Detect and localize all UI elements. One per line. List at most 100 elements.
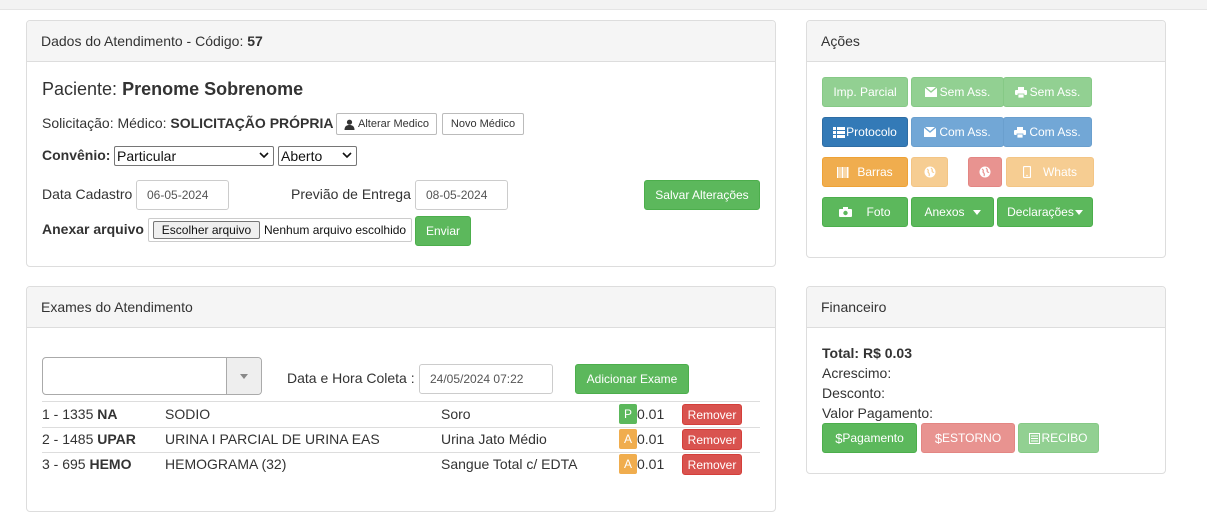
estorno-button[interactable]: $ ESTORNO [921, 423, 1015, 453]
salvar-label: Salvar Alterações [655, 188, 749, 202]
caret-down-icon [240, 373, 248, 379]
atendimento-panel: Dados do Atendimento - Código: 57 Pacien… [26, 20, 776, 267]
globe-red-button[interactable] [968, 157, 1002, 187]
solicitacao-line: Solicitação: Médico: SOLICITAÇÃO PRÓPRIA [42, 115, 333, 131]
alterar-medico-button[interactable]: Alterar Medico [336, 113, 437, 135]
convenio-select[interactable]: Particular [114, 146, 274, 166]
coleta-input[interactable]: 24/05/2024 07:22 [419, 364, 553, 394]
whats-button[interactable]: Whats [1006, 157, 1094, 187]
recibo-button[interactable]: RECIBO [1018, 423, 1099, 453]
table-row: 2 - 1485 UPAR URINA I PARCIAL DE URINA E… [27, 427, 777, 452]
sem-ass-print-button[interactable]: Sem Ass. [1003, 77, 1092, 107]
adicionar-label: Adicionar Exame [586, 372, 678, 386]
medico-name: SOLICITAÇÃO PRÓPRIA [170, 115, 334, 131]
remover-label: Remover [687, 457, 737, 472]
exame-material: Urina Jato Médio [441, 431, 547, 447]
caret-down-icon [972, 209, 981, 215]
file-input[interactable]: Escolher arquivo Nenhum arquivo escolhid… [148, 218, 412, 242]
imp-parcial-label: Imp. Parcial [833, 85, 897, 99]
status-badge: A [619, 429, 637, 449]
enviar-label: Enviar [425, 224, 460, 238]
envelope-icon [924, 127, 937, 137]
exame-num-value: 3 - 695 [42, 456, 86, 472]
exame-num: 2 - 1485 UPAR [42, 431, 136, 447]
coleta-value: 24/05/2024 07:22 [430, 372, 524, 386]
sem-ass-email-button[interactable]: Sem Ass. [911, 77, 1004, 107]
protocolo-label: Protocolo [846, 125, 897, 139]
acoes-panel: Ações Imp. Parcial Sem Ass. Sem Ass. Pro… [806, 20, 1166, 258]
exame-num-value: 1 - 1335 [42, 406, 94, 422]
chevron-down-icon [259, 150, 269, 160]
paciente-label: Paciente: [42, 79, 118, 99]
exame-num: 3 - 695 HEMO [42, 456, 131, 472]
envelope-icon [924, 87, 937, 97]
whats-label: Whats [1042, 165, 1077, 179]
previsao-input[interactable]: 08-05-2024 [415, 180, 508, 210]
globe-icon [924, 166, 936, 178]
table-row: 1 - 1335 NA SODIO Soro P 0.01 Remover [27, 402, 777, 427]
status-badge: A [619, 454, 637, 474]
data-cadastro-input[interactable]: 06-05-2024 [136, 180, 229, 210]
valor-pagamento-label: Valor Pagamento: [822, 405, 934, 421]
com-ass-print-label: Com Ass. [1029, 125, 1081, 139]
previsao-value: 08-05-2024 [426, 188, 488, 202]
exame-code: HEMO [89, 456, 132, 472]
remover-button[interactable]: Remover [682, 404, 742, 425]
pagamento-label: Pagamento [842, 431, 904, 445]
declaracoes-dropdown-button[interactable]: Declarações [997, 197, 1093, 227]
data-cadastro-label: Data Cadastro [42, 186, 133, 202]
atendimento-heading: Dados do Atendimento - Código: 57 [27, 21, 775, 62]
remover-label: Remover [687, 407, 737, 422]
exame-select-toggle[interactable] [226, 358, 261, 394]
top-bar [0, 0, 1207, 10]
status-badge: P [619, 404, 637, 424]
atendimento-codigo: 57 [247, 33, 263, 49]
salvar-alteracoes-button[interactable]: Salvar Alterações [644, 180, 760, 210]
pagamento-button[interactable]: $ Pagamento [822, 423, 917, 453]
remover-label: Remover [687, 432, 737, 447]
enviar-button[interactable]: Enviar [415, 216, 471, 246]
adicionar-exame-button[interactable]: Adicionar Exame [575, 364, 689, 394]
financeiro-heading: Financeiro [807, 287, 1165, 328]
desconto-label: Desconto: [822, 385, 886, 401]
escolher-arquivo-label: Escolher arquivo [161, 223, 252, 237]
escolher-arquivo-button[interactable]: Escolher arquivo [153, 221, 260, 239]
protocolo-button[interactable]: Protocolo [822, 117, 908, 147]
com-ass-email-button[interactable]: Com Ass. [911, 117, 1004, 147]
exame-material: Soro [441, 406, 471, 422]
print-icon [1014, 126, 1027, 138]
exames-heading: Exames do Atendimento [27, 287, 775, 328]
exame-search-select[interactable] [42, 357, 262, 395]
remover-button[interactable]: Remover [682, 454, 742, 475]
exame-name: URINA I PARCIAL DE URINA EAS [165, 431, 380, 447]
imp-parcial-button[interactable]: Imp. Parcial [822, 77, 908, 107]
novo-medico-button[interactable]: Novo Médico [442, 113, 524, 135]
solicitacao-label: Solicitação: Médico: [42, 115, 167, 131]
declaracoes-label: Declarações [1007, 205, 1074, 219]
sem-ass-email-label: Sem Ass. [939, 85, 991, 99]
com-ass-print-button[interactable]: Com Ass. [1003, 117, 1092, 147]
user-icon [344, 119, 355, 130]
exame-num: 1 - 1335 NA [42, 406, 118, 422]
estorno-label: ESTORNO [942, 431, 1002, 445]
previsao-label: Previão de Entrega [291, 186, 411, 202]
dollar-icon: $ [835, 430, 843, 446]
convenio-value: Particular [117, 148, 177, 164]
exame-name: SODIO [165, 406, 211, 422]
recibo-label: RECIBO [1041, 431, 1088, 445]
status-select[interactable]: Aberto [278, 146, 357, 166]
exame-price: 0.01 [637, 406, 665, 422]
exames-panel: Exames do Atendimento Data e Hora Coleta… [26, 286, 776, 512]
remover-button[interactable]: Remover [682, 429, 742, 450]
globe-orange-button[interactable] [911, 157, 948, 187]
barcode-icon [837, 166, 849, 178]
barras-button[interactable]: Barras [822, 157, 908, 187]
anexos-dropdown-button[interactable]: Anexos [911, 197, 994, 227]
exame-code: UPAR [97, 431, 136, 447]
atendimento-heading-label: Dados do Atendimento - Código: [41, 33, 244, 49]
caret-down-icon [1074, 209, 1083, 215]
sem-ass-print-label: Sem Ass. [1029, 85, 1081, 99]
foto-button[interactable]: Foto [822, 197, 908, 227]
total-value: Total: R$ 0.03 [822, 345, 912, 361]
anexar-label: Anexar arquivo [42, 221, 144, 237]
